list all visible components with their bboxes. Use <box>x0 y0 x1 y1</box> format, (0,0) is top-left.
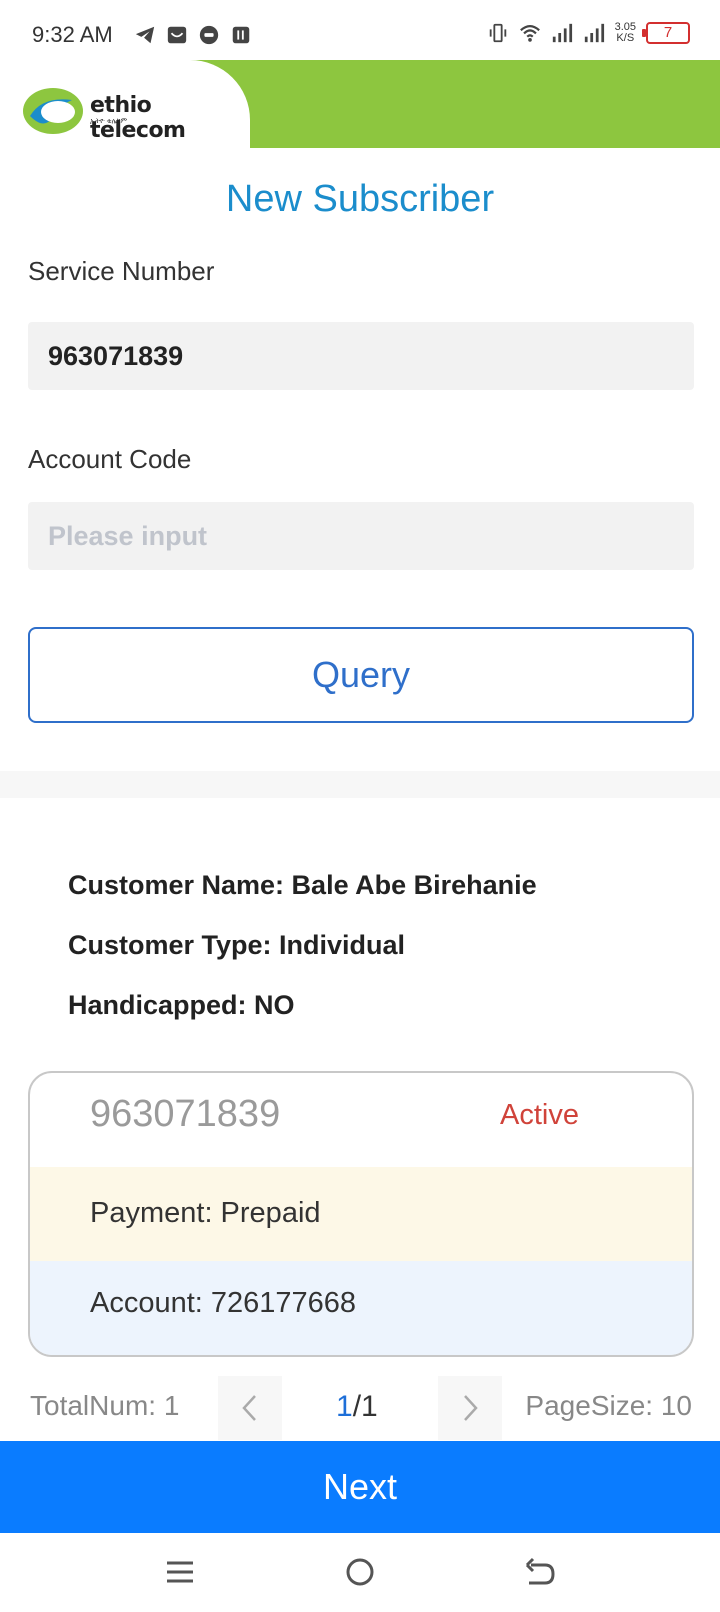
battery-icon: 7 <box>642 22 690 44</box>
handicapped-status: Handicapped: NO <box>68 990 295 1020</box>
ethio-telecom-logo-icon <box>23 88 83 134</box>
subscriber-number: 963071839 <box>90 1093 281 1135</box>
current-page: 1 <box>336 1390 353 1423</box>
signal-icon <box>584 23 604 43</box>
system-nav-bar <box>0 1533 720 1612</box>
chevron-left-icon <box>242 1395 256 1421</box>
signal-icon <box>552 23 572 43</box>
service-number-label: Service Number <box>28 256 215 286</box>
customer-type: Customer Type: Individual <box>68 930 406 960</box>
prev-page-button[interactable] <box>218 1376 282 1440</box>
status-time: 9:32 AM <box>32 22 113 47</box>
total-count: TotalNum: 1 <box>30 1390 180 1421</box>
inbox-icon <box>167 26 187 44</box>
payment-row: Payment: Prepaid <box>30 1167 692 1261</box>
logo-tab: ethio telecom ኢትዮ ቴሌኮም <box>0 60 250 148</box>
page-title: New Subscriber <box>225 178 495 220</box>
nfc-icon <box>232 26 250 44</box>
section-divider <box>0 771 720 798</box>
next-button[interactable]: Next <box>0 1441 720 1533</box>
menu-icon[interactable] <box>163 1555 197 1589</box>
page-indicator: 1/1 <box>336 1390 378 1424</box>
account-code-input[interactable]: Please input <box>28 502 694 570</box>
back-icon[interactable] <box>523 1555 557 1589</box>
vibrate-icon <box>489 23 506 43</box>
alert-icon <box>199 25 219 45</box>
wifi-icon <box>519 25 540 42</box>
system-status-icons: 3.05 K/S 7 <box>487 22 690 44</box>
pagination: TotalNum: 1 1/1 PageSize: 10 <box>0 1376 720 1440</box>
brand-subtitle: ኢትዮ ቴሌኮም <box>90 118 128 125</box>
total-pages: /1 <box>352 1390 378 1423</box>
next-page-button[interactable] <box>438 1376 502 1440</box>
page-size: PageSize: 10 <box>525 1390 692 1421</box>
network-speed: 3.05 K/S <box>615 22 636 44</box>
account-code-label: Account Code <box>28 444 192 474</box>
query-button[interactable]: Query <box>28 627 694 723</box>
notification-icons <box>134 24 252 46</box>
status-badge: Active <box>500 1099 579 1131</box>
battery-level: 7 <box>663 24 673 41</box>
account-number: Account: 726177668 <box>90 1287 357 1319</box>
payment-type: Payment: Prepaid <box>90 1197 321 1229</box>
customer-name: Customer Name: Bale Abe Birehanie <box>68 870 537 900</box>
network-speed-unit: K/S <box>616 32 635 44</box>
chevron-right-icon <box>464 1395 478 1421</box>
app-header: ethio telecom ኢትዮ ቴሌኮም <box>0 60 720 148</box>
subscriber-card[interactable]: 963071839 Active Payment: Prepaid Accoun… <box>28 1071 694 1357</box>
home-icon[interactable] <box>343 1555 377 1589</box>
status-bar: 9:32 AM 3.05 K/S 7 <box>0 0 720 60</box>
service-number-input[interactable]: 963071839 <box>28 322 694 390</box>
account-row: Account: 726177668 <box>30 1261 692 1355</box>
telegram-icon <box>135 26 155 44</box>
